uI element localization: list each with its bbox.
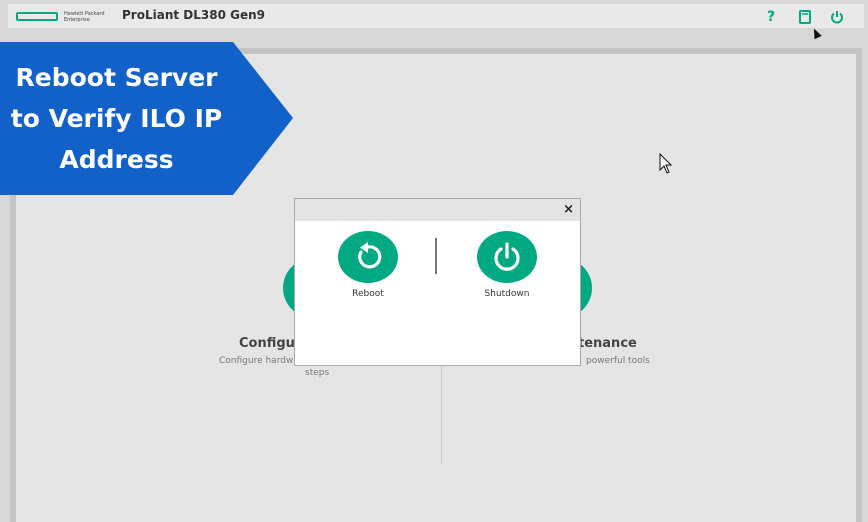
shutdown-icon [477, 231, 537, 283]
reboot-icon [338, 231, 398, 283]
tutorial-banner: Reboot Server to Verify ILO IP Address [0, 42, 233, 195]
dialog-separator [435, 238, 437, 274]
mouse-cursor-icon [810, 26, 822, 40]
reboot-icon-svg [358, 242, 382, 269]
banner-line-2: to Verify ILO IP [10, 104, 223, 133]
configure-subtitle-steps: steps [305, 368, 330, 378]
product-title: ProLiant DL380 Gen9 [122, 8, 265, 22]
reboot-button[interactable]: Reboot [328, 231, 408, 299]
top-bar: Hewlett Packard Enterprise ProLiant DL38… [8, 4, 864, 28]
mouse-pointer-icon [659, 152, 673, 179]
dialog-header: × [295, 199, 580, 221]
banner-text: Reboot Server to Verify ILO IP Address [11, 57, 222, 180]
hpe-logo: Hewlett Packard Enterprise [16, 11, 118, 25]
shutdown-button[interactable]: Shutdown [467, 231, 547, 299]
reboot-label: Reboot [352, 289, 384, 299]
power-dialog: × Reboot Shutdown [294, 198, 581, 366]
document-icon[interactable] [796, 8, 814, 26]
shutdown-label: Shutdown [484, 289, 530, 299]
configure-subtitle: Configure hardw [219, 356, 294, 366]
shutdown-icon-svg [494, 242, 520, 271]
maintenance-title: tenance [578, 336, 637, 351]
configure-title: Configu [239, 336, 295, 351]
maintenance-subtitle: powerful tools [586, 356, 650, 366]
banner-line-1: Reboot Server [15, 63, 218, 92]
help-icon[interactable]: ? [762, 8, 780, 26]
banner-arrow [233, 42, 293, 195]
power-icon[interactable] [828, 8, 846, 26]
hpe-logo-text: Hewlett Packard Enterprise [64, 11, 105, 23]
document-icon-svg [799, 10, 811, 24]
close-button[interactable]: × [563, 202, 574, 218]
banner-line-3: Address [59, 145, 174, 174]
power-icon-svg [831, 11, 843, 24]
help-glyph: ? [766, 9, 776, 25]
hpe-logo-mark [16, 12, 58, 21]
